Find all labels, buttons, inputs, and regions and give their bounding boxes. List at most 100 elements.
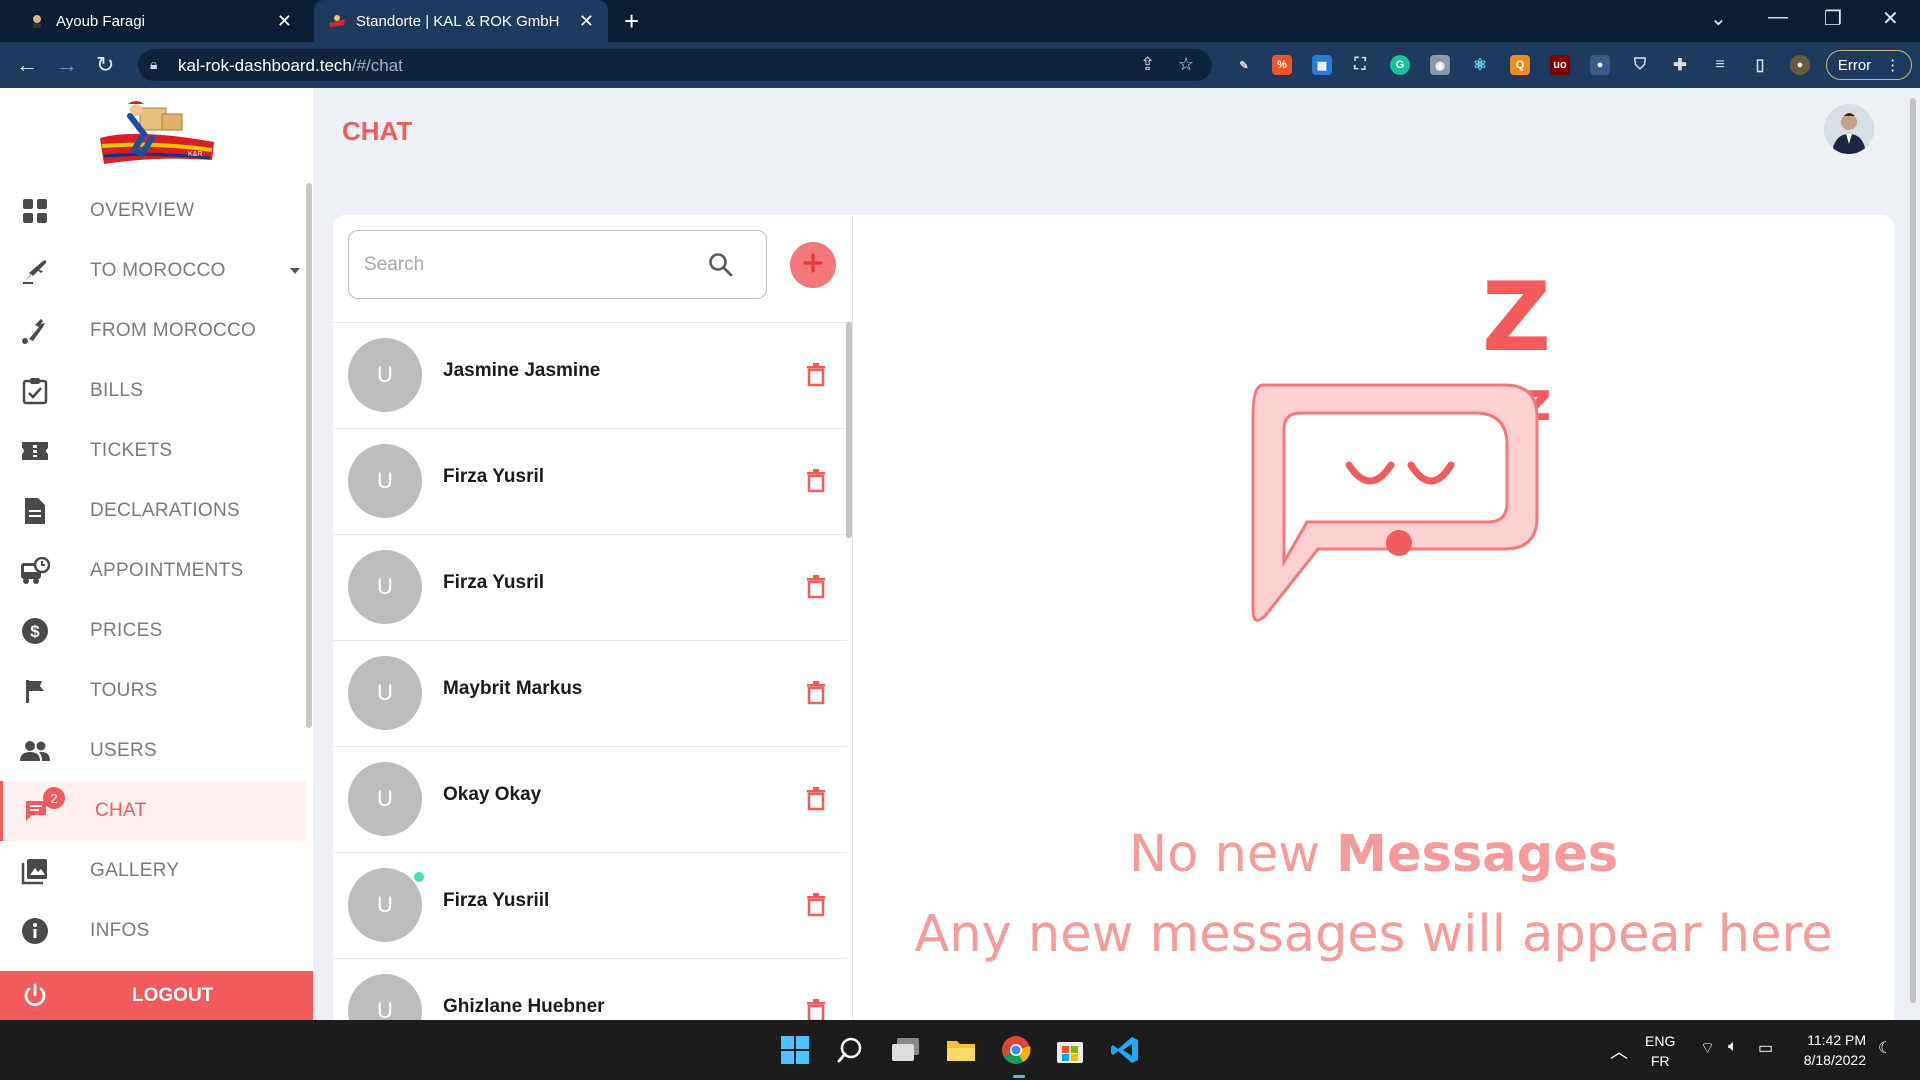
volume-icon[interactable]: 🔈︎: [1728, 1038, 1738, 1056]
address-bar[interactable]: 🔒︎ kal-rok-dashboard.tech/#/chat ⇪ ☆: [138, 49, 1212, 81]
info-icon: [20, 916, 50, 946]
more-menu-icon[interactable]: ⋮: [1885, 56, 1900, 74]
sidebar-item-bills[interactable]: BILLS: [0, 361, 306, 421]
office-extension-icon[interactable]: ▦: [1312, 55, 1332, 75]
profile-error-button[interactable]: Error ⋮: [1826, 50, 1912, 80]
chrome-icon[interactable]: [998, 1032, 1034, 1068]
sidebar-item-label: DECLARATIONS: [90, 500, 240, 521]
contact-name: Firza Yusril: [443, 572, 545, 593]
search-icon[interactable]: [707, 251, 735, 279]
conversation-scrollbar[interactable]: [846, 322, 852, 538]
conversation-item[interactable]: U Firza Yusril: [333, 429, 847, 535]
delete-trash-icon[interactable]: [806, 787, 826, 811]
close-window-icon[interactable]: ✕: [1882, 6, 1899, 31]
close-tab-icon[interactable]: ✕: [579, 11, 594, 32]
sidebar-item-to-morocco[interactable]: TO MOROCCO: [0, 241, 306, 301]
app-page: K&R OVERVIEW TO MOROCCO FROM MOROCCO BIL…: [0, 88, 1920, 1020]
browser-toolbar: ← → ↻ 🔒︎ kal-rok-dashboard.tech/#/chat ⇪…: [0, 42, 1920, 88]
sidebar-item-tours[interactable]: TOURS: [0, 661, 306, 721]
tab-standorte[interactable]: Standorte | KAL & ROK GmbH ✕: [314, 0, 608, 42]
sidebar-item-gallery[interactable]: GALLERY: [0, 841, 306, 901]
sidebar-item-overview[interactable]: OVERVIEW: [0, 181, 306, 241]
close-tab-icon[interactable]: ✕: [277, 11, 292, 32]
forward-icon[interactable]: →: [56, 52, 78, 78]
user-avatar[interactable]: [1824, 104, 1874, 154]
shield-extension-icon[interactable]: ⛉: [1630, 55, 1650, 75]
sidebar-item-label: GALLERY: [90, 860, 180, 881]
sidebar-item-tickets[interactable]: TICKETS: [0, 421, 306, 481]
battery-icon[interactable]: ▭: [1758, 1038, 1773, 1058]
tab-favicon-icon: [28, 12, 46, 30]
reading-list-icon[interactable]: ≡: [1710, 55, 1730, 75]
sidebar-item-users[interactable]: USERS: [0, 721, 306, 781]
url-text: kal-rok-dashboard.tech/#/chat: [178, 56, 403, 75]
profile-avatar-icon[interactable]: ●: [1790, 55, 1810, 75]
delete-trash-icon[interactable]: [806, 363, 826, 387]
conversation-item[interactable]: U Okay Okay: [333, 747, 847, 853]
sidebar-item-chat[interactable]: 2 CHAT: [0, 781, 306, 841]
conversation-item[interactable]: U Ghizlane Huebner: [333, 959, 847, 1020]
search-icon[interactable]: [832, 1032, 868, 1068]
contact-name: Jasmine Jasmine: [443, 360, 601, 381]
notifications-icon[interactable]: ☾: [1878, 1038, 1892, 1058]
new-tab-icon[interactable]: +: [624, 6, 639, 37]
sidebar-scrollbar[interactable]: [306, 183, 312, 728]
restore-icon[interactable]: ❐: [1824, 6, 1842, 31]
windows-start-icon[interactable]: [777, 1032, 813, 1068]
side-panel-icon[interactable]: ▯: [1750, 55, 1770, 75]
screenshot-extension-icon[interactable]: ⛶: [1350, 55, 1370, 75]
profile-error-label: Error: [1837, 56, 1872, 74]
new-chat-button[interactable]: [790, 242, 836, 288]
clock[interactable]: 11:42 PM 8/18/2022: [1796, 1032, 1866, 1068]
reload-icon[interactable]: ↻: [96, 52, 114, 78]
task-view-icon[interactable]: [888, 1032, 924, 1068]
conversation-item[interactable]: U Firza Yusril: [333, 535, 847, 641]
unread-badge: 2: [43, 787, 65, 809]
delete-trash-icon[interactable]: [806, 893, 826, 917]
language-indicator[interactable]: ENG FR: [1645, 1033, 1675, 1069]
extensions-puzzle-icon[interactable]: ✚: [1670, 55, 1690, 75]
q-extension-icon[interactable]: Q: [1510, 55, 1530, 75]
wifi-icon[interactable]: ⌔: [1700, 1038, 1715, 1058]
sidebar-item-infos[interactable]: INFOS: [0, 901, 306, 961]
file-explorer-icon[interactable]: [943, 1032, 979, 1068]
delete-trash-icon[interactable]: [806, 575, 826, 599]
bookmark-star-icon[interactable]: ☆: [1178, 54, 1194, 75]
search-box[interactable]: [348, 230, 767, 299]
chevron-up-icon[interactable]: ︿: [1610, 1038, 1628, 1064]
conversation-item[interactable]: U Firza Yusriil: [333, 853, 847, 959]
sidebar-item-prices[interactable]: $ PRICES: [0, 601, 306, 661]
share-icon[interactable]: ⇪: [1140, 54, 1155, 75]
conversation-item[interactable]: U Maybrit Markus: [333, 641, 847, 747]
conversation-item[interactable]: U Jasmine Jasmine: [333, 323, 847, 429]
company-logo[interactable]: K&R: [96, 98, 220, 176]
delete-trash-icon[interactable]: [806, 469, 826, 493]
tab-ayoub-faragi[interactable]: Ayoub Faragi ✕: [14, 0, 306, 42]
page-scrollbar[interactable]: [1910, 98, 1916, 1003]
logout-button[interactable]: LOGOUT: [0, 971, 313, 1020]
contact-name: Firza Yusril: [443, 466, 545, 487]
tab-title: Standorte | KAL & ROK GmbH: [356, 12, 560, 30]
camera-extension-icon[interactable]: ◉: [1430, 55, 1450, 75]
delete-trash-icon[interactable]: [806, 681, 826, 705]
sidebar-item-from-morocco[interactable]: FROM MOROCCO: [0, 301, 306, 361]
vscode-icon[interactable]: [1107, 1032, 1143, 1068]
microsoft-store-icon[interactable]: [1052, 1032, 1088, 1068]
react-devtools-icon[interactable]: ⚛: [1470, 55, 1490, 75]
ublock-extension-icon[interactable]: uo: [1550, 55, 1570, 75]
back-icon[interactable]: ←: [16, 52, 38, 78]
ticket-icon: [20, 436, 50, 466]
chat-panel: U Jasmine Jasmine U Firza Yusril U Firza…: [333, 215, 1894, 1020]
grammarly-extension-icon[interactable]: G: [1390, 55, 1410, 75]
tab-search-icon[interactable]: ⌄: [1710, 6, 1727, 31]
time-text: 11:42 PM: [1807, 1032, 1866, 1048]
chevron-down-icon[interactable]: [290, 268, 300, 274]
delete-trash-icon[interactable]: [806, 999, 826, 1020]
screen-record-extension-icon[interactable]: ●: [1590, 55, 1610, 75]
search-input[interactable]: [364, 251, 694, 279]
pen-extension-icon[interactable]: ✎: [1234, 55, 1254, 75]
sidebar-item-appointments[interactable]: APPOINTMENTS: [0, 541, 306, 601]
minimize-icon[interactable]: —: [1768, 6, 1788, 29]
sidebar-item-declarations[interactable]: DECLARATIONS: [0, 481, 306, 541]
coupon-extension-icon[interactable]: %: [1272, 55, 1292, 75]
